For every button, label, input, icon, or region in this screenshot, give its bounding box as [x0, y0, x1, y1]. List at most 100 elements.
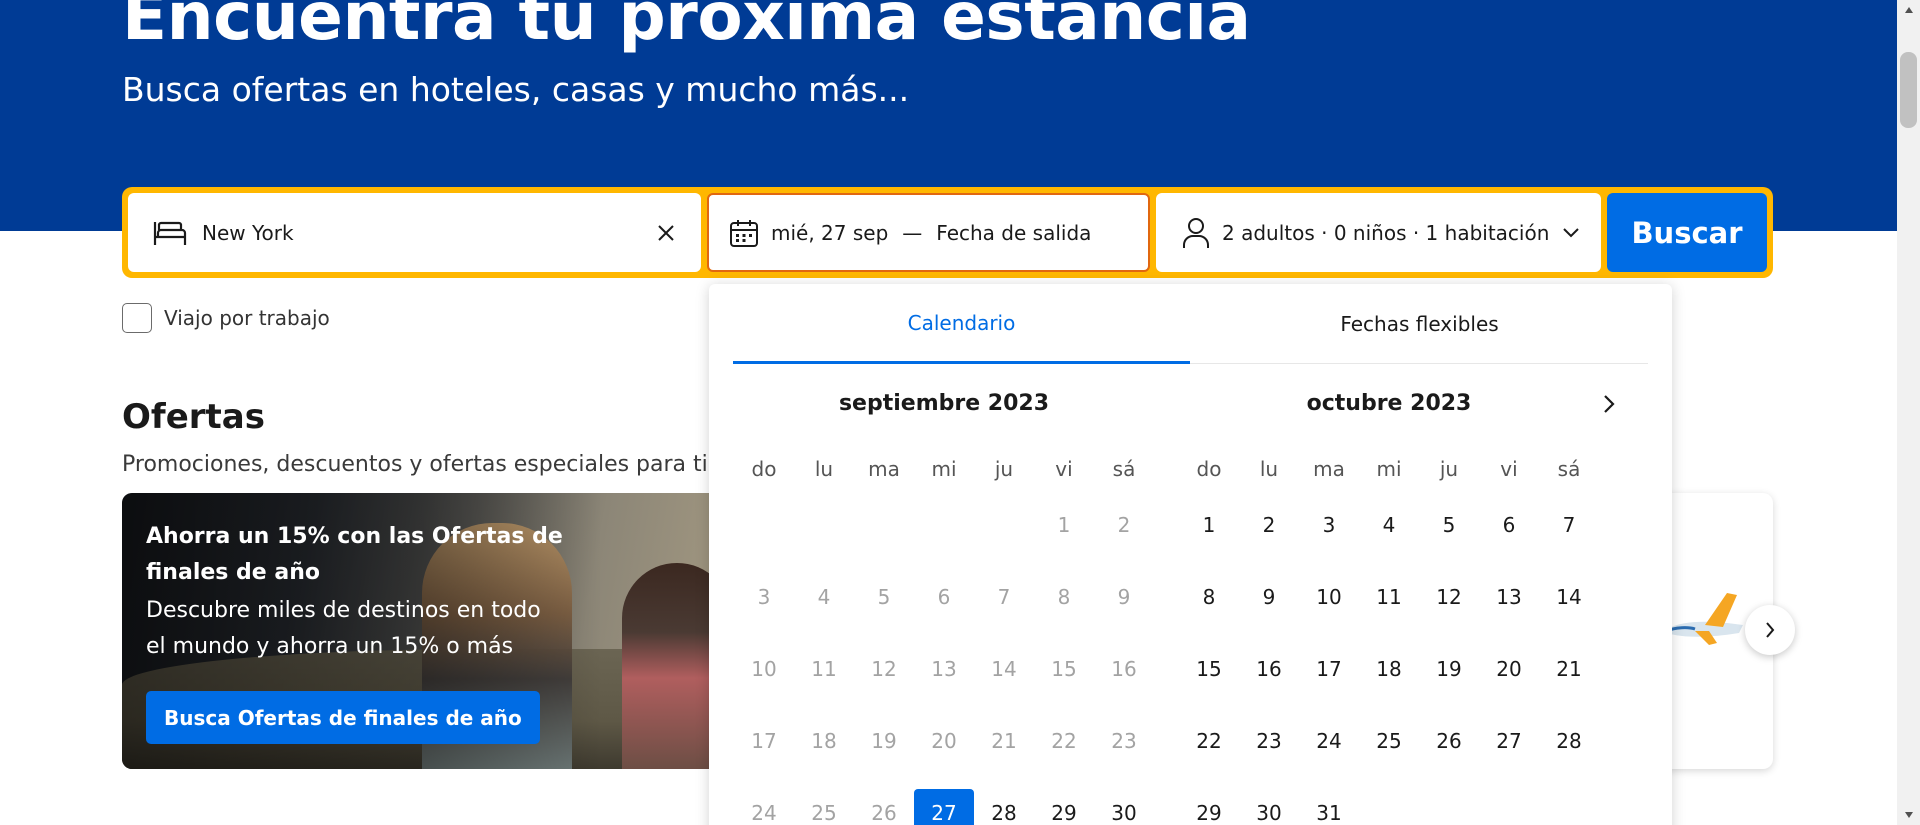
- checkin-date[interactable]: mié, 27 sep: [771, 221, 888, 245]
- calendar-day[interactable]: 10: [1299, 561, 1359, 633]
- calendar-day[interactable]: 30: [1094, 777, 1154, 825]
- calendar-day-number: 10: [751, 657, 777, 681]
- chevron-down-icon[interactable]: [1563, 227, 1579, 238]
- clear-icon[interactable]: [657, 224, 675, 242]
- calendar-day[interactable]: 21: [1539, 633, 1599, 705]
- calendar-day-number: 22: [1196, 729, 1222, 753]
- checkout-date[interactable]: Fecha de salida: [936, 221, 1091, 245]
- calendar-day-number: 12: [1436, 585, 1462, 609]
- date-picker-tabs: Calendario Fechas flexibles: [733, 284, 1648, 364]
- calendar-day-number: 1: [1057, 513, 1071, 537]
- calendar-day[interactable]: 29: [1034, 777, 1094, 825]
- calendar-day-number: 26: [871, 801, 897, 825]
- work-trip-checkbox[interactable]: [122, 303, 152, 333]
- calendar-day-number: 7: [997, 585, 1011, 609]
- weekday-label: ju: [994, 457, 1014, 481]
- calendar-day-number: 14: [991, 657, 1017, 681]
- calendar-day[interactable]: 14: [1539, 561, 1599, 633]
- calendar-day-selected[interactable]: 27: [914, 777, 974, 825]
- calendar-day: 1: [1034, 489, 1094, 561]
- calendar-day[interactable]: 12: [1419, 561, 1479, 633]
- calendar-day[interactable]: 24: [1299, 705, 1359, 777]
- calendar-day: 6: [914, 561, 974, 633]
- calendar-day: 21: [974, 705, 1034, 777]
- calendar-day: 5: [854, 561, 914, 633]
- tab-flexible-dates[interactable]: Fechas flexibles: [1191, 284, 1648, 364]
- calendar-week: 8 9 10 11 12 13 14: [1179, 561, 1599, 633]
- dates-field[interactable]: mié, 27 sep — Fecha de salida: [707, 193, 1150, 272]
- calendar-day[interactable]: 2: [1239, 489, 1299, 561]
- calendar-day-number: 29: [1051, 801, 1077, 825]
- calendar-day[interactable]: 9: [1239, 561, 1299, 633]
- offer-card[interactable]: Ahorra un 15% con las Ofertas de finales…: [122, 493, 722, 769]
- calendar-day[interactable]: 16: [1239, 633, 1299, 705]
- calendar-day[interactable]: 5: [1419, 489, 1479, 561]
- calendar-day-number: 5: [877, 585, 891, 609]
- weekday-label: sá: [1557, 457, 1581, 481]
- calendar-day[interactable]: 20: [1479, 633, 1539, 705]
- offer-search-button[interactable]: Busca Ofertas de finales de año: [146, 691, 540, 744]
- calendar-day[interactable]: 13: [1479, 561, 1539, 633]
- guests-field[interactable]: 2 adultos · 0 niños · 1 habitación: [1156, 193, 1601, 272]
- tab-calendar[interactable]: Calendario: [733, 284, 1190, 364]
- calendar-day[interactable]: 22: [1179, 705, 1239, 777]
- calendar-day[interactable]: 28: [1539, 705, 1599, 777]
- weekday-header: do lu ma mi ju vi sá: [734, 449, 1154, 489]
- calendar-day[interactable]: 8: [1179, 561, 1239, 633]
- calendar-day-empty: [794, 489, 854, 561]
- calendar-day[interactable]: 1: [1179, 489, 1239, 561]
- work-trip-option[interactable]: Viajo por trabajo: [122, 303, 330, 333]
- calendar-day[interactable]: 30: [1239, 777, 1299, 825]
- calendar-month-october: octubre 2023 do lu ma mi ju vi sá 1 2 3 4 5 6 7 8 9 10 1…: [1179, 384, 1599, 825]
- scrollbar-thumb[interactable]: [1900, 52, 1917, 128]
- calendar-day[interactable]: 11: [1359, 561, 1419, 633]
- calendar-day[interactable]: 26: [1419, 705, 1479, 777]
- calendar-day-number: 23: [1256, 729, 1282, 753]
- scroll-up-arrow[interactable]: [1897, 0, 1920, 20]
- calendar-day[interactable]: 27: [1479, 705, 1539, 777]
- calendar-day[interactable]: 25: [1359, 705, 1419, 777]
- calendar-day: 3: [734, 561, 794, 633]
- calendar-day[interactable]: 29: [1179, 777, 1239, 825]
- calendar-day-number: 20: [931, 729, 957, 753]
- weekday-label: vi: [1500, 457, 1518, 481]
- calendar-day-number: 28: [1556, 729, 1582, 753]
- calendar-day-number: 17: [1316, 657, 1342, 681]
- chevron-right-icon: [1603, 394, 1615, 414]
- bed-icon: [152, 218, 188, 248]
- calendar-day[interactable]: 23: [1239, 705, 1299, 777]
- calendar-day[interactable]: 18: [1359, 633, 1419, 705]
- calendar-day[interactable]: 4: [1359, 489, 1419, 561]
- destination-input[interactable]: New York: [202, 221, 657, 245]
- calendar-day-number: 27: [1496, 729, 1522, 753]
- calendar-week: 12: [734, 489, 1154, 561]
- calendar-day-number: 2: [1117, 513, 1131, 537]
- page-scrollbar[interactable]: [1897, 0, 1920, 825]
- calendar-day[interactable]: 3: [1299, 489, 1359, 561]
- calendar-day-number: 5: [1442, 513, 1456, 537]
- weekday-label: sá: [1112, 457, 1136, 481]
- weekday-label: lu: [1259, 457, 1279, 481]
- calendar-day[interactable]: 31: [1299, 777, 1359, 825]
- weekday-label: ju: [1439, 457, 1459, 481]
- offer-heading: Ahorra un 15% con las Ofertas de finales…: [146, 524, 563, 585]
- calendar-week: 29 30 31: [1179, 777, 1599, 825]
- next-month-button[interactable]: [1589, 384, 1629, 424]
- calendar-days: 1 2 3 4 5 6 7 8 9 10 11 12 13 14 15 16 17 18 19 20 21 22 23 24 2…: [1179, 489, 1599, 825]
- calendar-day[interactable]: 17: [1299, 633, 1359, 705]
- carousel-next-button[interactable]: [1745, 605, 1795, 655]
- calendar-day[interactable]: 19: [1419, 633, 1479, 705]
- calendar-day[interactable]: 6: [1479, 489, 1539, 561]
- calendar-day: 22: [1034, 705, 1094, 777]
- guests-summary[interactable]: 2 adultos · 0 niños · 1 habitación: [1222, 221, 1563, 245]
- calendar-day-number: 11: [811, 657, 837, 681]
- destination-field[interactable]: New York: [128, 193, 701, 272]
- calendar-day[interactable]: 7: [1539, 489, 1599, 561]
- calendar-days: 1 2 3 4 5 6 7 8 9 10 11 12 13 14 15 16 17 18 19 20 21 22 23 24 2…: [734, 489, 1154, 825]
- calendar-day[interactable]: 28: [974, 777, 1034, 825]
- calendar-day[interactable]: 15: [1179, 633, 1239, 705]
- calendar-day-number: 15: [1051, 657, 1077, 681]
- scroll-down-arrow[interactable]: [1897, 805, 1920, 825]
- search-button[interactable]: Buscar: [1607, 193, 1767, 272]
- calendar-day: 18: [794, 705, 854, 777]
